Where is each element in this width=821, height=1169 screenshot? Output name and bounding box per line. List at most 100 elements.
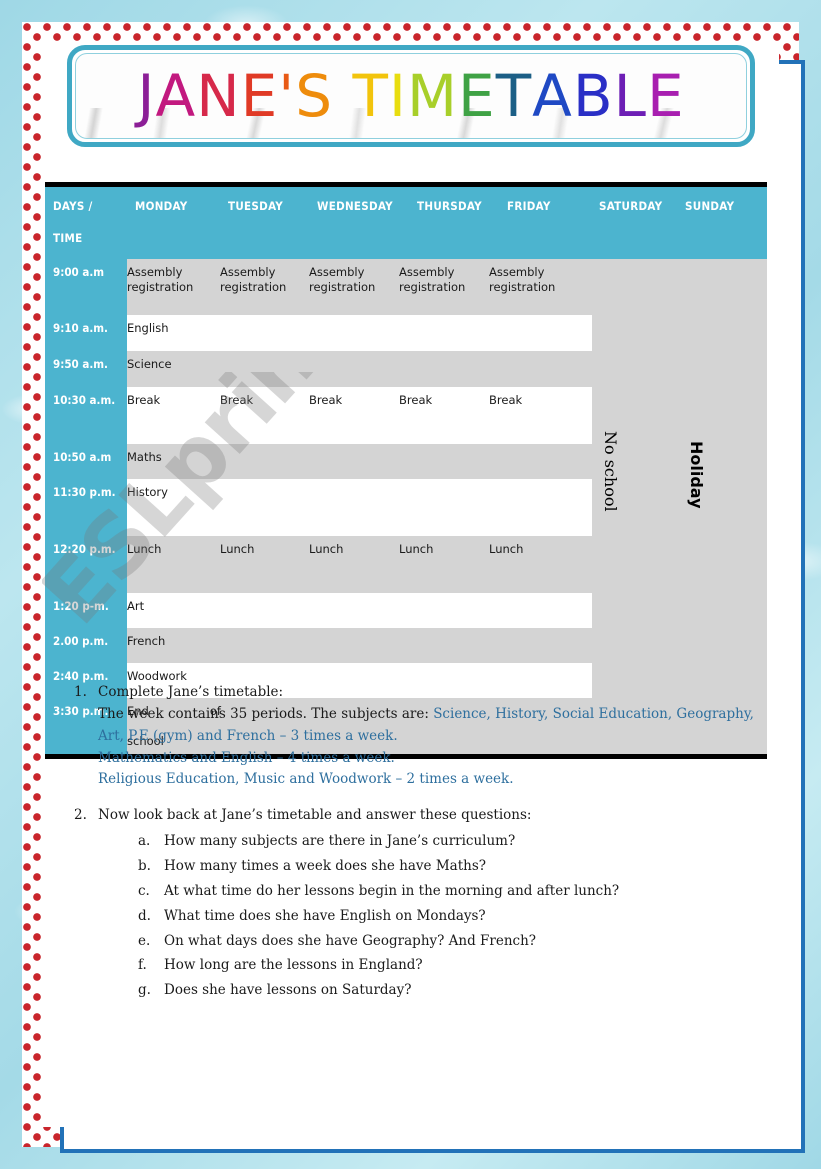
exercise-text-highlight: Art, P.E (gym) and French – 3 times a we…	[98, 727, 398, 744]
exercise-line: Now look back at Jane’s timetable and an…	[98, 805, 760, 827]
header-day-wednesday: WEDNESDAY	[317, 199, 393, 213]
title-letter: E	[646, 62, 685, 130]
timetable-cell[interactable]: Break	[309, 393, 342, 408]
timetable-time-cell: 10:30 a.m.	[45, 387, 127, 444]
timetable-cell[interactable]: Lunch	[399, 542, 433, 557]
timetable-cell[interactable]: Break	[489, 393, 522, 408]
question-label: c.	[138, 882, 150, 899]
timetable-time-cell: 2.00 p.m.	[45, 628, 127, 663]
timetable-row: 11:30 p.m. History	[45, 479, 767, 536]
timetable-day-lane: French	[127, 628, 767, 663]
timetable-cell[interactable]: Assembly registration	[127, 265, 207, 295]
exercise-text-highlight: Science, History, Social Education, Geog…	[433, 705, 754, 722]
exercise-number: 2.	[74, 807, 87, 824]
exercise-question-item: g. Does she have lessons on Saturday?	[138, 980, 760, 1002]
question-text: How many subjects are there in Jane’s cu…	[164, 833, 516, 850]
exercise-text: Complete Jane’s timetable:	[98, 684, 284, 700]
exercise-text-highlight: Mathematics and English – 4 times a week…	[98, 749, 395, 766]
timetable-cell[interactable]: History	[127, 485, 168, 500]
timetable-cell[interactable]: Assembly registration	[399, 265, 479, 295]
saturday-no-school-label: No school	[601, 431, 620, 512]
timetable-row: 9:50 a.m. Science	[45, 351, 767, 387]
header-day-tuesday: TUESDAY	[228, 199, 284, 213]
exercise-block: 1. Complete Jane’s timetable: The week con…	[70, 682, 760, 791]
exercise-block: 2. Now look back at Jane’s timetable and …	[70, 805, 760, 1002]
exercise-line: Mathematics and English – 4 times a week…	[98, 748, 760, 770]
timetable-cell[interactable]: Break	[127, 393, 160, 408]
timetable-cells: Break Break Break Break Break	[127, 387, 767, 444]
timetable-cell[interactable]: Break	[399, 393, 432, 408]
exercise-question-item: a. How many subjects are there in Jane’s …	[138, 831, 760, 853]
timetable-cell[interactable]: Lunch	[220, 542, 254, 557]
timetable-time-cell: 11:30 p.m.	[45, 479, 127, 536]
exercises-section: 1. Complete Jane’s timetable: The week con…	[70, 682, 760, 1016]
timetable-day-lane: History	[127, 479, 767, 536]
header-days-label: DAYS /	[53, 199, 93, 213]
title-plaque-inner: J A N E ' S TIMETABLE	[75, 53, 747, 139]
exercise-line: Religious Education, Music and Woodwork …	[98, 769, 760, 791]
exercise-text: The week contains 35 periods. The subjec…	[98, 705, 434, 722]
timetable-cells: Science	[127, 351, 767, 387]
title-letter: '	[278, 62, 296, 130]
title-letter: S	[295, 62, 334, 130]
question-label: b.	[138, 858, 151, 875]
timetable-time-cell: 12:20 p.m.	[45, 536, 127, 593]
title-letter: T	[495, 62, 533, 130]
timetable-cell[interactable]: Lunch	[309, 542, 343, 557]
title-letter: E	[240, 62, 279, 130]
question-text: At what time do her lessons begin in the…	[164, 882, 620, 899]
timetable-cell[interactable]: Lunch	[489, 542, 523, 557]
timetable-row: 10:30 a.m. Break Break Break Break Break	[45, 387, 767, 444]
timetable-time-cell: 9:50 a.m.	[45, 351, 127, 387]
timetable-cell[interactable]: Assembly registration	[220, 265, 300, 295]
timetable-cell[interactable]: Art	[127, 599, 144, 614]
timetable-cell[interactable]: Assembly registration	[309, 265, 389, 295]
title-letter: I	[388, 62, 407, 130]
header-day-monday: MONDAY	[135, 199, 188, 213]
page-title: J A N E ' S TIMETABLE	[76, 54, 746, 138]
timetable-cells: Assembly registration Assembly registration…	[127, 259, 767, 315]
timetable-day-lane: Break Break Break Break Break	[127, 387, 767, 444]
question-label: a.	[138, 833, 151, 850]
title-letter: A	[155, 62, 197, 130]
title-letter: L	[613, 62, 647, 130]
title-plaque: J A N E ' S TIMETABLE	[67, 45, 755, 147]
title-letter: J	[137, 62, 156, 130]
title-letter: E	[458, 62, 496, 130]
question-text: How many times a week does she have Math…	[164, 858, 486, 875]
question-label: f.	[138, 957, 147, 974]
header-day-thursday: THURSDAY	[417, 199, 482, 213]
title-letter: A	[532, 62, 573, 130]
question-text: What time does she have English on Monda…	[164, 907, 486, 924]
header-time-label: TIME	[53, 231, 83, 245]
exercise-question-item: d. What time does she have English on Mon…	[138, 906, 760, 928]
timetable-cell[interactable]: Science	[127, 357, 172, 372]
exercise-number: 1.	[74, 684, 87, 700]
timetable-cell[interactable]: Lunch	[127, 542, 161, 557]
timetable-day-lane: Science	[127, 351, 767, 387]
timetable-row: 2.00 p.m. French	[45, 628, 767, 663]
question-text: How long are the lessons in England?	[164, 957, 423, 974]
timetable-day-lane: Assembly registration Assembly registration…	[127, 259, 767, 315]
timetable-cells: Art	[127, 593, 767, 628]
title-letter: T	[352, 62, 389, 130]
question-label: e.	[138, 932, 151, 949]
timetable: DAYS / TIME MONDAY TUESDAY WEDNESDAY THU…	[45, 182, 767, 759]
header-day-sunday: SUNDAY	[685, 199, 735, 213]
timetable-cell[interactable]: Assembly registration	[489, 265, 569, 295]
timetable-cells: French	[127, 628, 767, 663]
exercise-line: The week contains 35 periods. The subjec…	[98, 704, 760, 726]
exercise-text-highlight: Religious Education, Music and Woodwork …	[98, 771, 514, 788]
timetable-cell[interactable]: Maths	[127, 450, 162, 465]
timetable-time-cell: 10:50 a.m	[45, 444, 127, 479]
question-label: g.	[138, 982, 151, 999]
timetable-cells: Lunch Lunch Lunch Lunch Lunch	[127, 536, 767, 593]
title-letter: B	[572, 62, 614, 130]
title-letter	[333, 62, 352, 130]
timetable-cell[interactable]: English	[127, 321, 169, 336]
timetable-time-cell: 1:20 p-m.	[45, 593, 127, 628]
timetable-cell[interactable]: French	[127, 634, 165, 649]
timetable-cell[interactable]: Break	[220, 393, 253, 408]
timetable-day-lane: Lunch Lunch Lunch Lunch Lunch	[127, 536, 767, 593]
exercise-text: Now look back at Jane’s timetable and an…	[98, 807, 532, 824]
